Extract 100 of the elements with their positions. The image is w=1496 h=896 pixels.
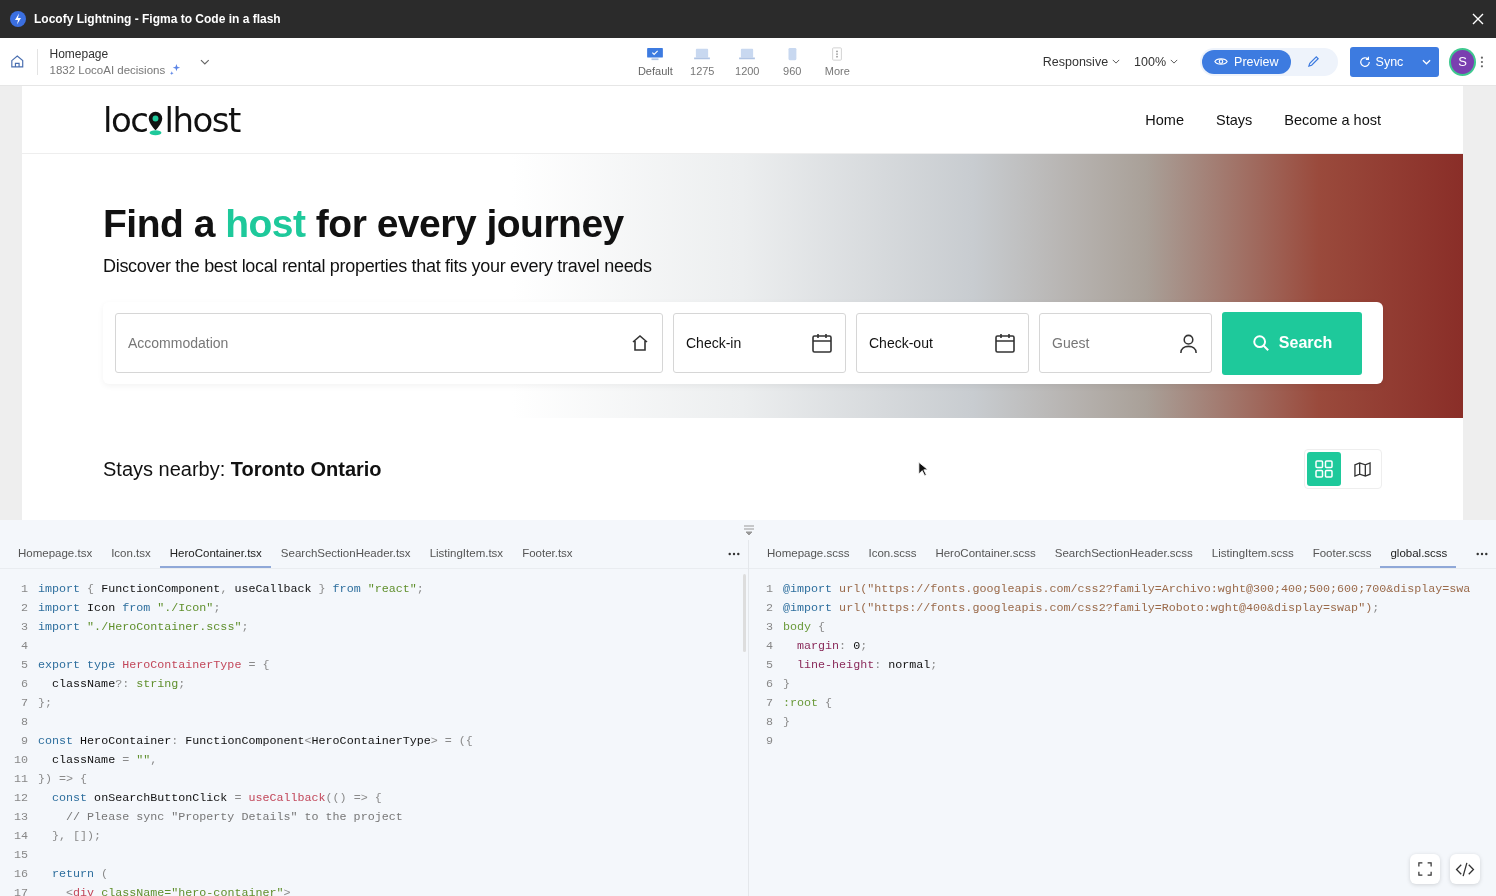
nav-link[interactable]: Home (1145, 111, 1184, 128)
file-tab[interactable]: SearchSectionHeader.scss (1044, 540, 1202, 568)
fullscreen-button[interactable] (1410, 854, 1440, 884)
file-tab[interactable]: HeroContainer.scss (925, 540, 1045, 568)
code-line: import { FunctionComponent, useCallback } from "react"; (38, 581, 424, 596)
chevron-down-icon (1112, 59, 1121, 64)
person-icon (1178, 332, 1199, 354)
laptop-icon (738, 46, 757, 61)
home-icon[interactable] (10, 54, 25, 69)
file-tab[interactable]: Icon.scss (858, 540, 926, 568)
line-number: 16 (12, 866, 29, 881)
code-line: className = "", (51, 752, 158, 767)
line-number: 2 (765, 600, 774, 615)
sync-button[interactable]: Sync (1349, 46, 1414, 77)
mouse-cursor-icon (918, 461, 928, 477)
pencil-icon[interactable] (1306, 55, 1320, 68)
line-number: 3 (765, 619, 774, 634)
device-option[interactable]: 1200 (731, 46, 763, 77)
user-avatar[interactable]: S (1450, 49, 1475, 74)
code-line: }, []); (51, 828, 102, 843)
line-number: 1 (20, 581, 29, 596)
search-field[interactable]: Check-out (856, 313, 1029, 373)
file-tab[interactable]: ListingItem.scss (1201, 540, 1303, 568)
file-tab[interactable]: SearchSectionHeader.tsx (270, 540, 420, 568)
more-vertical-icon[interactable] (1480, 55, 1484, 68)
chevron-down-icon (1421, 58, 1431, 65)
file-tab[interactable]: HeroContainer.tsx (159, 540, 271, 568)
nav-link[interactable]: Become a host (1284, 111, 1381, 128)
page-name: Homepage (49, 47, 110, 61)
line-number: 7 (765, 695, 774, 710)
file-tab[interactable]: Homepage.tsx (8, 540, 102, 568)
file-tab[interactable]: Homepage.scss (757, 540, 859, 568)
resize-handle-icon[interactable] (743, 525, 755, 535)
grid-icon (1315, 460, 1333, 478)
line-number: 5 (20, 657, 29, 672)
code-line: return ( (51, 866, 109, 881)
code-line: <div className="hero-container"> (65, 885, 291, 896)
window-title: Locofy Lightning - Figma to Code in a flash (34, 12, 282, 26)
device-option[interactable]: 1275 (686, 46, 718, 77)
more-horizontal-icon[interactable] (1476, 552, 1488, 556)
code-line: @import url("https://fonts.googleapis.com/css2?family=Roboto:wght@400&display=swap"); (783, 600, 1380, 615)
file-tab[interactable]: Footer.scss (1302, 540, 1381, 568)
line-number: 6 (20, 676, 29, 691)
code-line: import Icon from "./Icon"; (38, 600, 221, 615)
code-line: @import url("https://fonts.googleapis.com/css2?family=Archivo:wght@300;400;500;600;700&display=swa (783, 581, 1471, 596)
code-line: className?: string; (51, 676, 186, 691)
code-line: export type HeroContainerType = { (38, 657, 270, 672)
line-number: 8 (765, 714, 774, 729)
code-line: margin: 0; (796, 638, 868, 653)
search-field[interactable]: Accommodation (115, 313, 663, 373)
hero-heading: Find a host for every journey (103, 202, 625, 246)
sparkle-icon (169, 63, 183, 76)
code-line: }; (38, 695, 53, 710)
close-icon[interactable] (1472, 13, 1484, 25)
zoom-dropdown[interactable]: 100% (1134, 54, 1179, 69)
line-number: 8 (20, 714, 29, 729)
more-horizontal-icon[interactable] (728, 552, 740, 556)
line-number: 4 (765, 638, 774, 653)
device-option[interactable]: Default (637, 46, 673, 77)
code-line: :root { (783, 695, 833, 710)
line-number: 3 (20, 619, 29, 634)
nav-link[interactable]: Stays (1216, 111, 1253, 128)
preview-button[interactable]: Preview (1202, 49, 1291, 74)
chevron-down-icon (1170, 59, 1179, 64)
code-line: line-height: normal; (796, 657, 938, 672)
line-number: 12 (12, 790, 29, 805)
line-number: 10 (12, 752, 29, 767)
code-line: import "./HeroContainer.scss"; (38, 619, 249, 634)
line-number: 7 (20, 695, 29, 710)
code-line: body { (783, 619, 826, 634)
laptop-icon (693, 46, 712, 61)
calendar-icon (994, 332, 1016, 354)
chevron-down-icon[interactable] (200, 58, 210, 65)
file-tab[interactable]: ListingItem.tsx (419, 540, 513, 568)
code-line: const HeroContainer: FunctionComponent<HeroContainerType> = ({ (38, 733, 473, 748)
responsive-dropdown[interactable]: Responsive (1042, 54, 1121, 69)
calendar-icon (811, 332, 833, 354)
sync-menu-button[interactable] (1413, 46, 1439, 77)
search-field[interactable]: Guest (1039, 313, 1212, 373)
decisions-count: 1832 LocoAI decisions (49, 63, 166, 76)
line-number: 9 (765, 733, 774, 748)
code-view-button[interactable] (1450, 854, 1480, 884)
file-tab[interactable]: Footer.tsx (512, 540, 582, 568)
expand-icon (1418, 862, 1432, 876)
search-field[interactable]: Check-in (673, 313, 846, 373)
line-number: 15 (12, 847, 29, 862)
file-tab[interactable]: global.scss (1380, 540, 1457, 568)
device-option[interactable]: More (821, 46, 853, 77)
monitor-icon (646, 46, 665, 61)
line-number: 5 (765, 657, 774, 672)
line-number: 1 (765, 581, 774, 596)
file-tab[interactable]: Icon.tsx (101, 540, 160, 568)
eye-icon (1214, 56, 1229, 67)
site-logo[interactable]: loc lhost (103, 102, 240, 137)
lightning-logo-icon (10, 11, 26, 27)
line-number: 13 (12, 809, 29, 824)
line-number: 11 (12, 771, 29, 786)
code-line: }) => { (38, 771, 88, 786)
device-option[interactable]: 960 (776, 46, 808, 77)
code-icon (1455, 861, 1475, 877)
